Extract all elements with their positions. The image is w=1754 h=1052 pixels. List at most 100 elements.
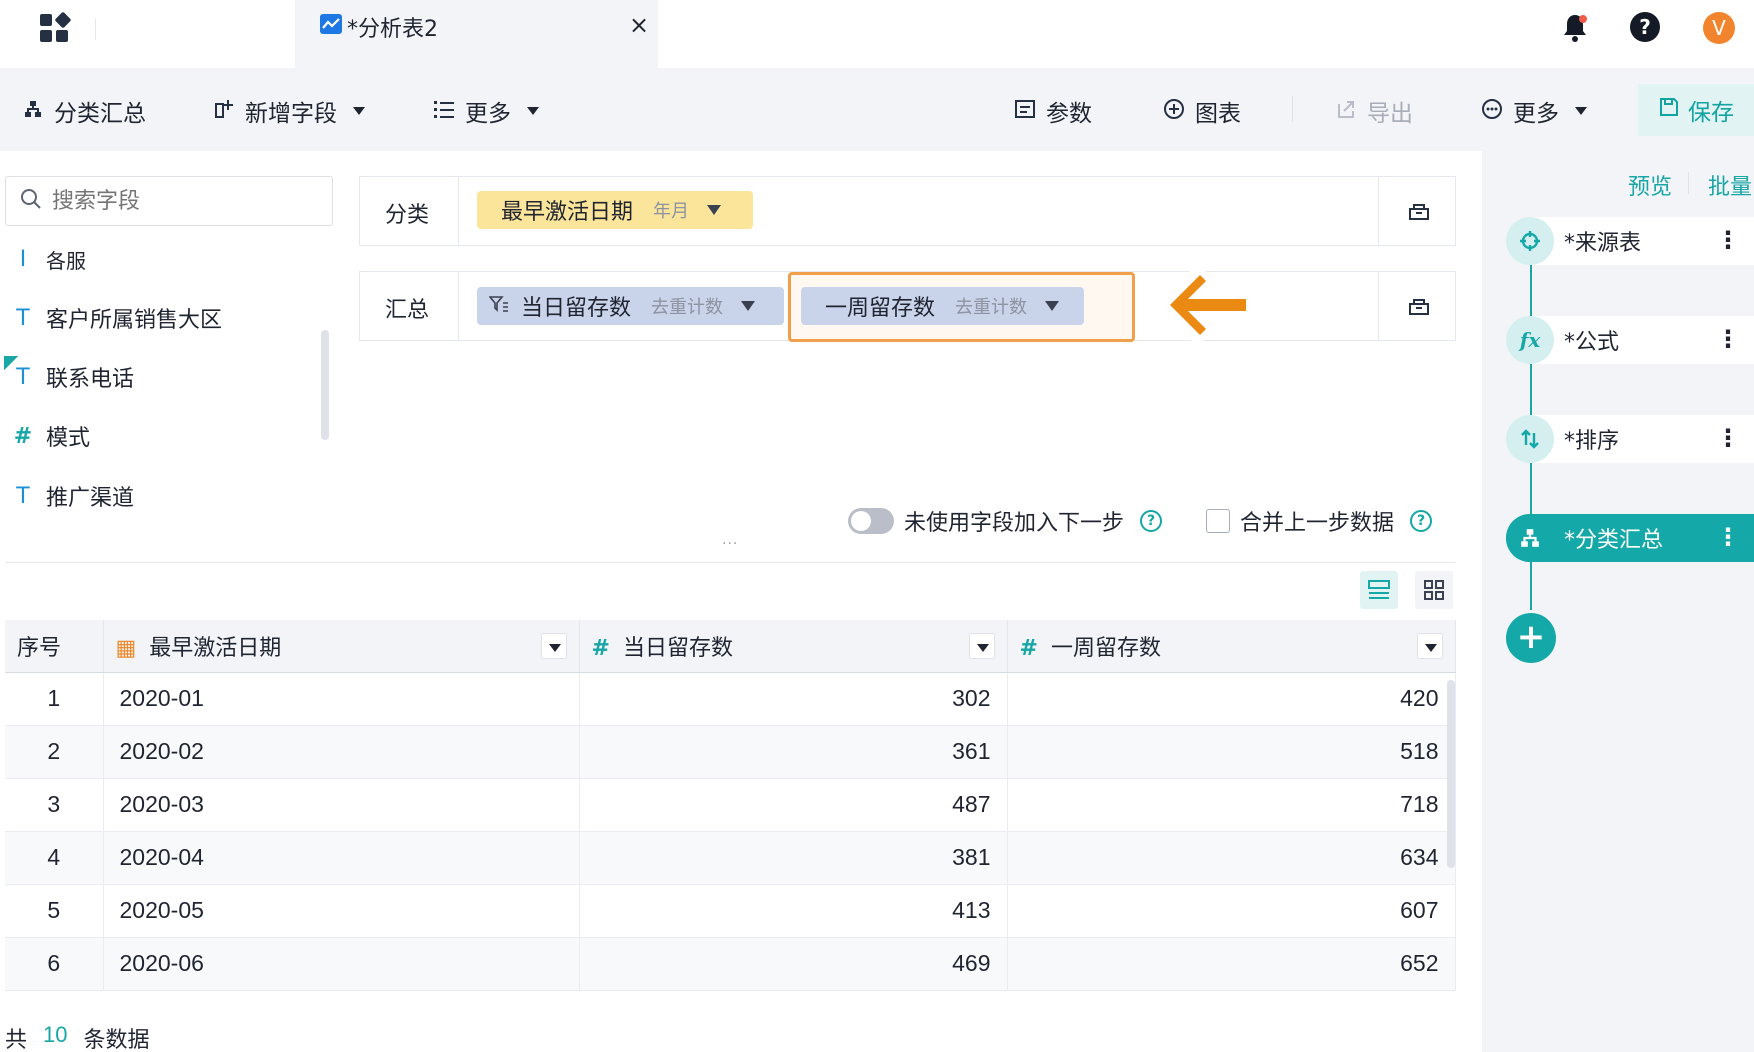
step-label: *来源表 — [1564, 231, 1642, 256]
tag-marker-icon — [4, 356, 18, 370]
tab-close-icon[interactable]: × — [628, 13, 650, 37]
table-row[interactable]: 4 2020-04 381 634 — [5, 831, 1456, 885]
tab-title[interactable]: *分析表2 — [347, 11, 438, 43]
summary-chip-2[interactable]: 一周留存数 去重计数 — [801, 287, 1084, 325]
filter-icon — [488, 294, 509, 319]
table-row[interactable]: 6 2020-06 469 652 — [5, 937, 1456, 991]
hierarchy-icon — [22, 99, 44, 124]
column-header[interactable]: ▦ 最早激活日期 — [103, 620, 580, 673]
group-summary-label: 分类汇总 — [54, 101, 146, 127]
clear-box-icon[interactable] — [1408, 296, 1430, 316]
app-grid-icon[interactable] — [40, 11, 72, 44]
more-right-button[interactable]: 更多 — [1481, 94, 1587, 128]
fx-icon: fx — [1506, 316, 1554, 364]
bell-icon[interactable] — [1560, 12, 1590, 48]
cell-day-retention: 302 — [579, 672, 1008, 726]
more-vertical-icon[interactable]: ⋮ — [1716, 324, 1740, 354]
merge-prev-checkbox[interactable] — [1206, 509, 1230, 533]
field-item[interactable]: T 客户所属销售大区 — [0, 302, 222, 334]
field-item[interactable]: T 推广渠道 — [0, 480, 134, 512]
data-table: 序号 ▦ 最早激活日期 # 当日留存数 # 一周留存数 1 2020-01 30… — [5, 620, 1456, 991]
column-header-label: 当日留存数 — [622, 635, 733, 661]
chip-sub: 去重计数 — [651, 297, 724, 318]
more-vertical-icon[interactable]: ⋮ — [1716, 423, 1740, 453]
more-vertical-icon[interactable]: ⋮ — [1716, 522, 1740, 552]
list-view-icon[interactable] — [1360, 571, 1398, 609]
table-row[interactable]: 1 2020-01 302 420 — [5, 672, 1456, 726]
help-icon[interactable]: ? — [1140, 510, 1163, 532]
group-summary-button[interactable]: 分类汇总 — [22, 94, 146, 128]
grid-view-icon[interactable] — [1415, 571, 1453, 609]
batch-link[interactable]: 批量 — [1708, 169, 1752, 201]
cell-day-retention: 361 — [579, 725, 1008, 779]
cell-week-retention: 518 — [1007, 725, 1456, 779]
chart-button[interactable]: 图表 — [1163, 94, 1241, 128]
field-label: 模式 — [46, 426, 91, 451]
column-menu-button[interactable] — [540, 633, 567, 659]
add-step-button[interactable]: + — [1506, 613, 1556, 663]
column-menu-button[interactable] — [1416, 633, 1443, 659]
preview-link[interactable]: 预览 — [1628, 169, 1672, 201]
resize-handle-icon[interactable]: ··· — [722, 536, 738, 552]
unused-fields-label: 未使用字段加入下一步 — [904, 511, 1125, 536]
field-item[interactable]: I 各服 — [0, 245, 86, 274]
column-header[interactable]: # 一周留存数 — [1007, 620, 1456, 673]
merge-prev-option[interactable]: 合并上一步数据 ? — [1206, 505, 1433, 537]
cell-day-retention: 487 — [579, 778, 1008, 832]
avatar[interactable]: V — [1703, 12, 1735, 44]
search-input[interactable] — [52, 186, 312, 216]
field-scrollbar[interactable] — [321, 330, 329, 440]
cell-index: 2 — [5, 725, 104, 779]
chevron-down-icon[interactable] — [707, 205, 722, 215]
add-field-button[interactable]: 新增字段 — [213, 94, 365, 128]
cell-date: 2020-05 — [103, 884, 580, 938]
cell-day-retention: 413 — [579, 884, 1008, 938]
params-button[interactable]: 参数 — [1014, 94, 1092, 128]
column-header[interactable]: 序号 — [5, 620, 104, 673]
category-chip[interactable]: 最早激活日期 年月 — [477, 191, 753, 229]
unused-fields-toggle[interactable] — [848, 508, 894, 534]
table-row[interactable]: 5 2020-05 413 607 — [5, 884, 1456, 938]
cell-week-retention: 652 — [1007, 937, 1456, 991]
step-source-table[interactable]: *来源表 ⋮ — [1506, 217, 1754, 265]
chevron-down-icon[interactable] — [741, 301, 756, 311]
field-item[interactable]: T 联系电话 — [0, 361, 134, 393]
field-item[interactable]: # 模式 — [0, 420, 90, 452]
cell-date: 2020-04 — [103, 831, 580, 885]
cell-index: 5 — [5, 884, 104, 938]
cell-week-retention: 420 — [1007, 672, 1456, 726]
save-button[interactable]: 保存 — [1638, 84, 1754, 136]
column-header-label: 序号 — [17, 635, 62, 661]
chevron-down-icon — [353, 107, 365, 115]
help-icon[interactable]: ? — [1630, 12, 1660, 42]
clear-box-icon[interactable] — [1408, 201, 1430, 221]
calendar-icon: ▦ — [115, 635, 137, 661]
field-label: 各服 — [46, 249, 86, 273]
cell-index: 3 — [5, 778, 104, 832]
step-sort[interactable]: *排序 ⋮ — [1506, 415, 1754, 463]
summary-chip-1[interactable]: 当日留存数 去重计数 — [477, 287, 784, 325]
text-field-icon: I — [19, 247, 27, 272]
table-row[interactable]: 3 2020-03 487 718 — [5, 778, 1456, 832]
chevron-down-icon[interactable] — [1045, 301, 1060, 311]
table-scrollbar[interactable] — [1447, 680, 1455, 868]
steps-panel — [1482, 151, 1754, 1052]
unused-fields-option[interactable]: 未使用字段加入下一步 ? — [848, 505, 1163, 537]
count-prefix: 共 — [5, 1028, 28, 1052]
arrow-left-icon — [1150, 263, 1260, 351]
row-divider — [458, 271, 459, 341]
export-button[interactable]: 导出 — [1335, 94, 1413, 128]
column-header-label: 最早激活日期 — [149, 635, 282, 661]
more-vertical-icon[interactable]: ⋮ — [1716, 225, 1740, 255]
column-header[interactable]: # 当日留存数 — [579, 620, 1008, 673]
step-group-summary[interactable]: *分类汇总 ⋮ — [1506, 514, 1754, 562]
help-icon[interactable]: ? — [1410, 510, 1433, 532]
step-formula[interactable]: fx *公式 ⋮ — [1506, 316, 1754, 364]
table-row[interactable]: 2 2020-02 361 518 — [5, 725, 1456, 779]
column-menu-button[interactable] — [968, 633, 995, 659]
add-column-icon — [213, 98, 235, 125]
cell-index: 4 — [5, 831, 104, 885]
more-left-button[interactable]: 更多 — [433, 94, 539, 128]
row-divider — [1378, 271, 1379, 341]
cell-date: 2020-02 — [103, 725, 580, 779]
